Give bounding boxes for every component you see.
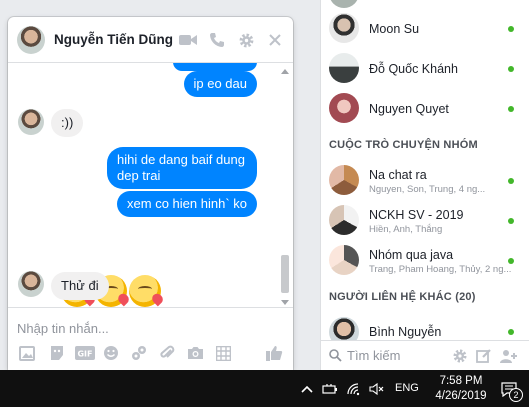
group-avatar (329, 205, 359, 235)
group-name: Nhóm qua java (369, 248, 454, 262)
chat-contact-name[interactable]: Nguyễn Tiến Dũng (54, 32, 173, 47)
video-call-icon[interactable] (178, 30, 198, 50)
contact-avatar[interactable] (18, 109, 44, 135)
message-composer: GIF (8, 307, 293, 370)
sidebar-search-bar (321, 340, 529, 370)
group-name: Na chat ra (369, 168, 427, 182)
chat-header[interactable]: Nguyễn Tiến Dũng (8, 17, 293, 63)
search-icon[interactable] (329, 349, 342, 365)
message-bubble-outgoing[interactable]: ip eo dau (183, 71, 257, 97)
windows-taskbar: ENG 7:58 PM 4/26/2019 2 (0, 370, 529, 407)
sidebar-search-input[interactable] (347, 348, 447, 363)
svg-text:GIF: GIF (77, 350, 92, 359)
new-message-icon[interactable] (476, 348, 492, 367)
contact-avatar (329, 93, 359, 123)
message-bubble-outgoing (173, 63, 257, 71)
gif-icon[interactable]: GIF (74, 344, 96, 362)
contact-name: Bình Nguyễn (369, 325, 442, 339)
contact-item[interactable]: Đỗ Quốc Khánh (321, 49, 529, 89)
chat-window: Nguyễn Tiến Dũng ip eo dau :)) hihi de d… (8, 17, 293, 370)
contact-name: Nguyen Quyet (369, 102, 449, 116)
close-icon[interactable] (265, 30, 285, 50)
group-members: Hiền, Anh, Thắng (369, 224, 443, 235)
contact-avatar (329, 53, 359, 83)
volume-muted-icon[interactable] (368, 380, 386, 398)
contact-avatar[interactable] (18, 271, 44, 297)
wifi-icon[interactable] (345, 380, 363, 398)
message-input[interactable] (17, 318, 277, 338)
group-name: NCKH SV - 2019 (369, 208, 464, 222)
notification-count-badge: 2 (509, 388, 523, 402)
like-thumb-icon[interactable] (265, 344, 283, 362)
online-indicator (508, 178, 514, 184)
contacts-sidebar: Moon Su Đỗ Quốc Khánh Nguyen Quyet CUỘC … (320, 0, 529, 370)
group-avatar (329, 165, 359, 195)
scrollbar-thumb[interactable] (281, 255, 289, 293)
phone-call-icon[interactable] (207, 30, 227, 50)
online-indicator (508, 258, 514, 264)
contact-item[interactable] (321, 0, 529, 8)
settings-gear-icon[interactable] (452, 348, 468, 367)
contact-name: Moon Su (369, 22, 420, 36)
camera-icon[interactable] (186, 344, 204, 362)
online-indicator (508, 329, 514, 335)
scroll-down-arrow-icon[interactable] (281, 300, 289, 305)
group-chats-heading: CUỘC TRÒ CHUYỆN NHÓM (329, 139, 478, 151)
clock-time: 7:58 PM (439, 375, 483, 387)
input-language-indicator[interactable]: ENG (395, 382, 419, 394)
message-bubble-outgoing[interactable]: xem co hien hinh` ko (117, 191, 257, 217)
games-icon[interactable] (130, 344, 148, 362)
contact-avatar[interactable] (17, 26, 45, 54)
online-indicator (508, 218, 514, 224)
group-members: Nguyen, Son, Trung, 4 ng... (369, 184, 486, 195)
sticker-icon[interactable] (48, 344, 66, 362)
message-bubble-incoming[interactable]: Thử đi (51, 272, 109, 300)
message-bubble-outgoing[interactable]: hihi de dang baif dung dep trai (107, 147, 257, 189)
contact-item[interactable]: Moon Su (321, 9, 529, 49)
online-indicator (508, 26, 514, 32)
chat-scrollbar[interactable] (280, 69, 290, 305)
contact-item[interactable]: Nguyen Quyet (321, 89, 529, 129)
group-chat-item[interactable]: Na chat ra Nguyen, Son, Trung, 4 ng... (321, 161, 529, 201)
emoji-icon[interactable] (102, 344, 120, 362)
contact-avatar (329, 13, 359, 43)
table-grid-icon[interactable] (214, 344, 232, 362)
other-contacts-heading: NGƯỜI LIÊN HỆ KHÁC (20) (329, 291, 476, 303)
show-hidden-icons-chevron-icon[interactable] (298, 380, 316, 398)
battery-icon[interactable] (321, 380, 339, 398)
contact-avatar (329, 0, 359, 8)
new-group-icon[interactable] (500, 348, 518, 367)
group-chat-item[interactable]: Nhóm qua java Trang, Pham Hoang, Thủy, 2… (321, 241, 529, 281)
clock-date: 4/26/2019 (435, 390, 487, 402)
message-list[interactable]: ip eo dau :)) hihi de dang baif dung dep… (8, 63, 293, 307)
message-bubble-incoming[interactable]: :)) (51, 109, 84, 137)
online-indicator (508, 106, 514, 112)
contact-name: Đỗ Quốc Khánh (369, 62, 458, 76)
attachment-icon[interactable] (158, 344, 176, 362)
group-members: Trang, Pham Hoang, Thủy, 2 ng... (369, 264, 512, 275)
kissing-face-emoji-icon (129, 275, 161, 307)
settings-gear-icon[interactable] (236, 30, 256, 50)
system-clock[interactable]: 7:58 PM 4/26/2019 (430, 374, 492, 404)
group-avatar (329, 245, 359, 275)
scroll-up-arrow-icon[interactable] (281, 69, 289, 74)
group-chat-item[interactable]: NCKH SV - 2019 Hiền, Anh, Thắng (321, 201, 529, 241)
online-indicator (508, 66, 514, 72)
photo-icon[interactable] (18, 344, 36, 362)
